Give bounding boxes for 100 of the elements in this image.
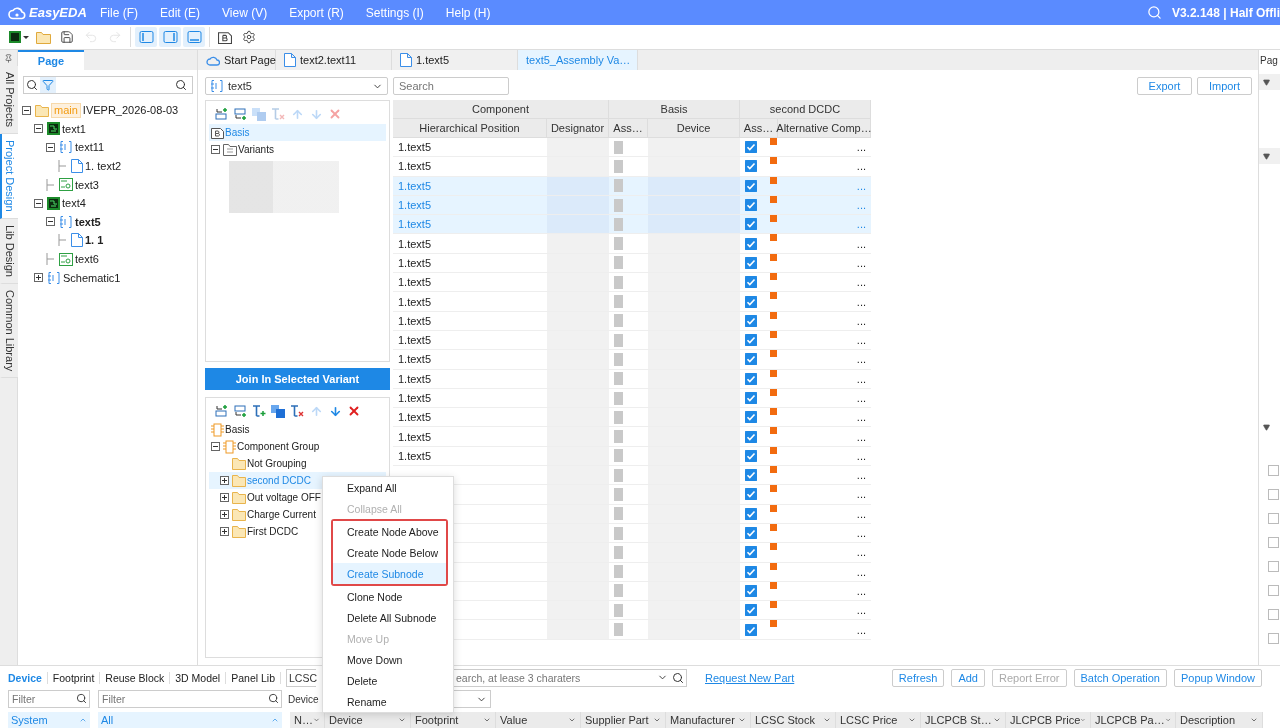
checkbox[interactable] [745,507,757,520]
tree-item[interactable]: text1 [22,119,197,139]
tree-item[interactable]: Component Group [209,438,386,455]
library-tab[interactable]: Panel Lib [226,671,281,684]
more-button[interactable]: ... [856,334,866,347]
column-header[interactable]: Supplier Part [581,712,666,728]
more-button[interactable]: ... [856,488,866,501]
column-header[interactable]: LCSC Stock [751,712,836,728]
tree-item[interactable]: 1. 1 [22,231,197,250]
menu-item[interactable]: Delete [323,670,453,691]
variant-dropdown[interactable]: text5 [205,77,388,95]
checkbox[interactable] [745,430,757,443]
expand-icon[interactable] [220,493,229,502]
sort-icon[interactable] [483,716,491,724]
collapse-icon[interactable] [34,124,43,134]
checkbox[interactable] [1268,537,1279,548]
request-part-link[interactable]: Request New Part [705,671,795,684]
left-panel-toggle-icon[interactable] [138,30,154,44]
checkbox[interactable] [745,141,757,154]
toolbar-button[interactable]: Refresh [891,668,945,687]
collapse-icon[interactable] [211,145,220,154]
collapse-icon[interactable] [34,198,43,208]
more-button[interactable]: ... [856,372,866,385]
checkbox[interactable] [745,488,757,501]
checkbox[interactable] [745,256,757,269]
expand-icon[interactable] [220,476,229,485]
checkbox[interactable] [745,218,757,231]
filter-field[interactable]: Filter [8,690,90,709]
tree-item[interactable]: 1. text2 [22,156,197,176]
library-tab[interactable]: Footprint [47,671,101,684]
toolbar-button[interactable]: Popup Window [1174,668,1262,687]
filter-icon[interactable] [42,79,54,91]
tree-item[interactable]: text11 [22,138,197,157]
more-button[interactable]: ... [856,604,866,617]
menu-item[interactable]: Rename [323,691,453,712]
checkbox[interactable] [745,584,757,597]
column-header[interactable]: LCSC Price [836,712,921,728]
more-button[interactable]: ... [856,237,866,250]
checkbox[interactable] [1268,633,1279,644]
tree-item[interactable]: text5 [22,212,197,232]
checkbox[interactable] [745,411,757,424]
checkbox[interactable] [745,604,757,617]
copy-icon[interactable] [271,404,285,418]
side-tab[interactable]: Common Library [0,283,18,378]
checkbox[interactable] [745,160,757,173]
checkbox[interactable] [1268,465,1279,476]
sort-icon[interactable] [1250,716,1258,724]
collapse-icon[interactable] [46,217,55,227]
scroll-up-icon[interactable] [79,716,87,724]
more-button[interactable]: ... [856,314,866,327]
collapse-icon[interactable] [1263,423,1270,431]
right-panel-toggle-icon[interactable] [162,30,178,44]
library-tab[interactable]: Device [8,671,48,684]
more-button[interactable]: ... [856,565,866,578]
sort-icon[interactable] [568,716,576,724]
checkbox[interactable] [1268,489,1279,500]
add-node-icon[interactable] [233,107,247,121]
more-button[interactable]: ... [856,430,866,443]
search-icon[interactable] [268,693,279,705]
join-variant-button[interactable]: Join In Selected Variant [205,368,390,390]
more-button[interactable]: ... [856,469,866,482]
more-button[interactable]: ... [856,507,866,520]
checkbox[interactable] [745,314,757,327]
sort-icon[interactable] [908,716,916,724]
column-header[interactable]: Manufacturer [666,712,751,728]
menu-item[interactable]: Clone Node [323,586,453,607]
toolbar-button[interactable]: Add [951,668,985,687]
arrow-down-icon[interactable] [328,404,342,418]
checkbox[interactable] [745,527,757,540]
checkbox[interactable] [745,179,757,192]
checkbox[interactable] [745,372,757,385]
checkbox[interactable] [745,392,757,404]
tree-item[interactable]: Basis [209,421,386,438]
tree-item[interactable]: text6 [22,249,197,269]
checkbox[interactable] [1268,609,1279,620]
collapse-icon[interactable] [1263,152,1270,160]
column-header[interactable]: Value [496,712,581,728]
tree-item[interactable]: Not Grouping [209,455,386,472]
checkbox[interactable] [745,449,757,462]
sort-icon[interactable] [1164,716,1171,724]
collapse-icon[interactable] [211,442,220,451]
document-icon[interactable] [218,30,232,44]
sort-icon[interactable] [1080,716,1086,724]
tree-item[interactable]: Variants [209,141,386,158]
pin-icon[interactable] [4,53,13,63]
tree-item[interactable]: text4 [22,193,197,213]
settings-icon[interactable] [242,30,256,44]
column-header[interactable]: Description [1176,712,1263,728]
more-button[interactable]: ... [856,623,866,636]
checkbox[interactable] [1268,513,1279,524]
menu-item[interactable]: Move Down [323,649,453,670]
checkbox[interactable] [745,546,757,559]
side-tab[interactable]: All Projects [0,66,18,135]
more-button[interactable]: ... [856,527,866,540]
sort-icon[interactable] [653,716,661,724]
search-field[interactable]: Search [393,77,509,95]
search-field[interactable] [23,76,193,94]
more-button[interactable]: ... [856,141,866,154]
more-button[interactable]: ... [856,392,866,404]
checkbox[interactable] [745,276,757,289]
